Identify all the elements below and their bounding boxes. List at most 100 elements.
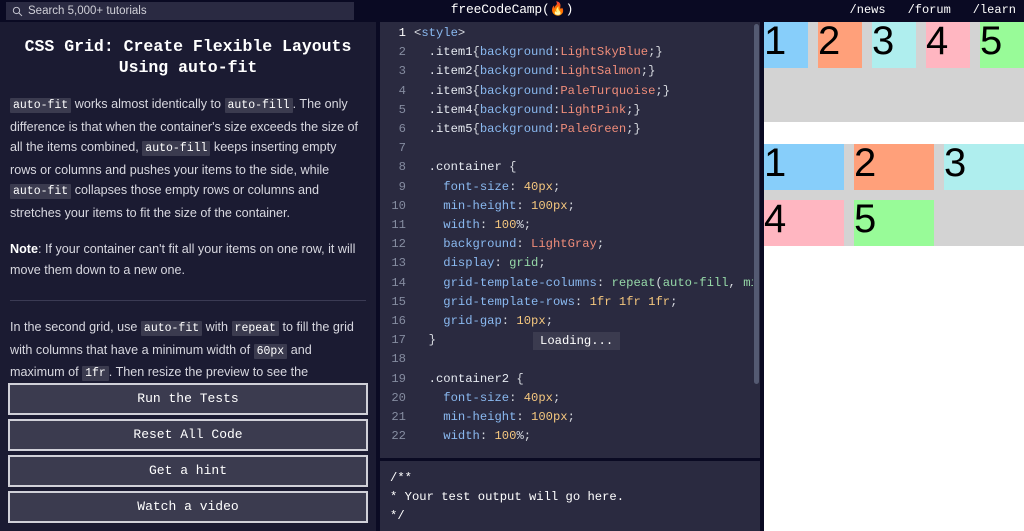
code-line[interactable]: 21 min-height: 100px; [380,408,760,427]
grid-item: 3 [944,144,1024,190]
top-header: Search 5,000+ tutorials freeCodeCamp(🔥) … [0,0,1024,22]
inline-code: 60px [254,344,288,359]
editor-scrollbar[interactable] [753,22,760,458]
inline-code: repeat [232,321,279,336]
inline-code: auto-fit [141,321,202,336]
line-number: 5 [380,101,414,120]
code-line[interactable]: 1<style> [380,24,760,43]
grid-item: 4 [764,200,844,246]
test-output-console: /** * Your test output will go here. */ [380,461,760,531]
line-number: 9 [380,178,414,197]
code-line[interactable]: 18 [380,350,760,369]
grid-item: 2 [818,22,862,68]
line-number: 12 [380,235,414,254]
inline-code: auto-fit [10,184,71,199]
code-line[interactable]: 22 width: 100%; [380,427,760,446]
code-line[interactable]: 16 grid-gap: 10px; [380,312,760,331]
line-number: 13 [380,254,414,273]
code-line[interactable]: 9 font-size: 40px; [380,178,760,197]
code-text: display: grid; [414,254,760,273]
inline-code: auto-fill [142,141,210,156]
code-text: grid-template-columns: repeat(auto-fill,… [414,274,760,293]
code-line[interactable]: 5 .item4{background:LightPink;} [380,101,760,120]
line-number: 15 [380,293,414,312]
code-text: min-height: 100px; [414,197,760,216]
grid-item: 3 [872,22,916,68]
code-line[interactable]: 13 display: grid; [380,254,760,273]
code-text: .item3{background:PaleTurquoise;} [414,82,760,101]
nav-link-news[interactable]: /news [850,3,886,17]
code-text: .container2 { [414,370,760,389]
lesson-note: Note: If your container can't fit all yo… [10,239,366,280]
preview-pane: 12345 12345 [764,22,1024,531]
lesson-actions: Run the Tests Reset All Code Get a hint … [8,383,368,523]
reset-code-button[interactable]: Reset All Code [8,419,368,451]
code-text: font-size: 40px; [414,389,760,408]
line-number: 11 [380,216,414,235]
lesson-panel: CSS Grid: Create Flexible Layouts Using … [0,22,376,531]
search-placeholder: Search 5,000+ tutorials [28,5,147,17]
code-text: background: LightGray; [414,235,760,254]
search-input[interactable]: Search 5,000+ tutorials [6,2,354,20]
code-line[interactable]: 19 .container2 { [380,370,760,389]
line-number: 6 [380,120,414,139]
nav-link-learn[interactable]: /learn [973,3,1016,17]
inline-code: auto-fit [10,98,71,113]
code-text: .item4{background:LightPink;} [414,101,760,120]
line-number: 3 [380,62,414,81]
code-line[interactable]: 7 [380,139,760,158]
code-line[interactable]: 15 grid-template-rows: 1fr 1fr 1fr; [380,293,760,312]
line-number: 2 [380,43,414,62]
line-number: 16 [380,312,414,331]
section-divider [10,300,366,301]
text-run: with [202,320,231,334]
editor-scroll-thumb[interactable] [754,24,759,384]
line-number: 10 [380,197,414,216]
code-text: .item1{background:LightSkyBlue;} [414,43,760,62]
line-number: 14 [380,274,414,293]
line-number: 1 [380,24,414,43]
code-text: width: 100%; [414,427,760,446]
text-run: works almost identically to [71,97,224,111]
code-text: <style> [414,24,760,43]
nav-link-forum[interactable]: /forum [908,3,951,17]
loading-tooltip: Loading... [533,332,620,350]
grid-item: 5 [854,200,934,246]
code-line[interactable]: 10 min-height: 100px; [380,197,760,216]
grid-item: 2 [854,144,934,190]
code-line[interactable]: 3 .item2{background:LightSalmon;} [380,62,760,81]
note-label: Note [10,242,38,256]
run-tests-button[interactable]: Run the Tests [8,383,368,415]
line-number: 22 [380,427,414,446]
grid-item: 5 [980,22,1024,68]
line-number: 20 [380,389,414,408]
code-line[interactable]: 2 .item1{background:LightSkyBlue;} [380,43,760,62]
preview-grid-2: 123 45 [764,144,1024,246]
code-text [414,350,760,369]
get-hint-button[interactable]: Get a hint [8,455,368,487]
code-text: min-height: 100px; [414,408,760,427]
code-line[interactable]: 14 grid-template-columns: repeat(auto-fi… [380,274,760,293]
code-text: grid-template-rows: 1fr 1fr 1fr; [414,293,760,312]
code-line[interactable]: 20 font-size: 40px; [380,389,760,408]
code-text [414,139,760,158]
line-number: 17 [380,331,414,350]
code-editor[interactable]: 1<style>2 .item1{background:LightSkyBlue… [380,22,760,458]
code-text: .item2{background:LightSalmon;} [414,62,760,81]
line-number: 19 [380,370,414,389]
code-line[interactable]: 12 background: LightGray; [380,235,760,254]
code-line[interactable]: 11 width: 100%; [380,216,760,235]
text-run: In the second grid, use [10,320,141,334]
code-line[interactable]: 8 .container { [380,158,760,177]
line-number: 7 [380,139,414,158]
line-number: 18 [380,350,414,369]
code-text: font-size: 40px; [414,178,760,197]
code-line[interactable]: 6 .item5{background:PaleGreen;} [380,120,760,139]
inline-code: 1fr [82,366,109,381]
code-text: width: 100%; [414,216,760,235]
watch-video-button[interactable]: Watch a video [8,491,368,523]
code-lines: 1<style>2 .item1{background:LightSkyBlue… [380,22,760,458]
code-text: grid-gap: 10px; [414,312,760,331]
grid-item: 1 [764,144,844,190]
code-line[interactable]: 4 .item3{background:PaleTurquoise;} [380,82,760,101]
